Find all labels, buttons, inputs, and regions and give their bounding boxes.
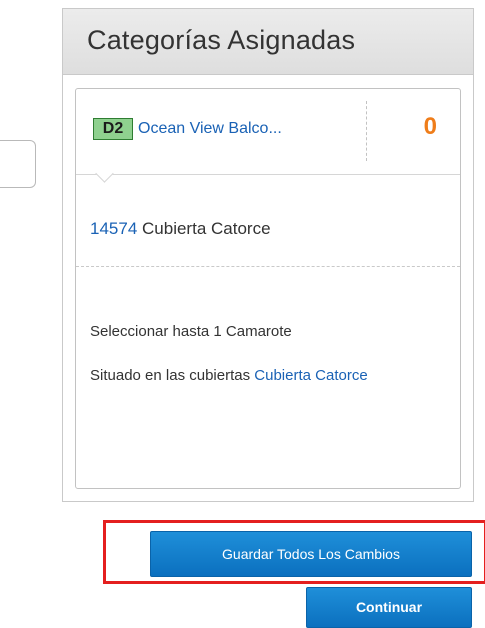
cabin-deck: Cubierta Catorce <box>142 219 271 238</box>
cabin-entry: 14574 Cubierta Catorce <box>90 218 271 240</box>
divider <box>366 101 367 161</box>
category-count: 0 <box>423 113 437 140</box>
panel-title: Categorías Asignadas <box>63 9 473 75</box>
category-name-link[interactable]: Ocean View Balco... <box>138 118 282 140</box>
divider <box>76 266 460 267</box>
select-limit-text: Seleccionar hasta 1 Camarote <box>90 323 292 340</box>
category-card: D2 Ocean View Balco... 0 14574 Cubierta … <box>75 88 461 489</box>
category-code-badge: D2 <box>93 118 133 140</box>
continue-button[interactable]: Continuar <box>306 587 472 628</box>
deck-location-prefix: Situado en las cubiertas <box>90 367 251 384</box>
assigned-categories-panel: Categorías Asignadas D2 Ocean View Balco… <box>62 8 474 502</box>
deck-link[interactable]: Cubierta Catorce <box>254 367 367 384</box>
deck-location-text: Situado en las cubiertas Cubierta Catorc… <box>90 367 410 384</box>
save-all-changes-button[interactable]: Guardar Todos Los Cambios <box>150 531 472 577</box>
pointer-caret <box>95 164 114 183</box>
side-tab[interactable] <box>0 140 36 188</box>
cabin-number-link[interactable]: 14574 <box>90 219 137 238</box>
category-header: D2 Ocean View Balco... 0 <box>76 89 460 183</box>
